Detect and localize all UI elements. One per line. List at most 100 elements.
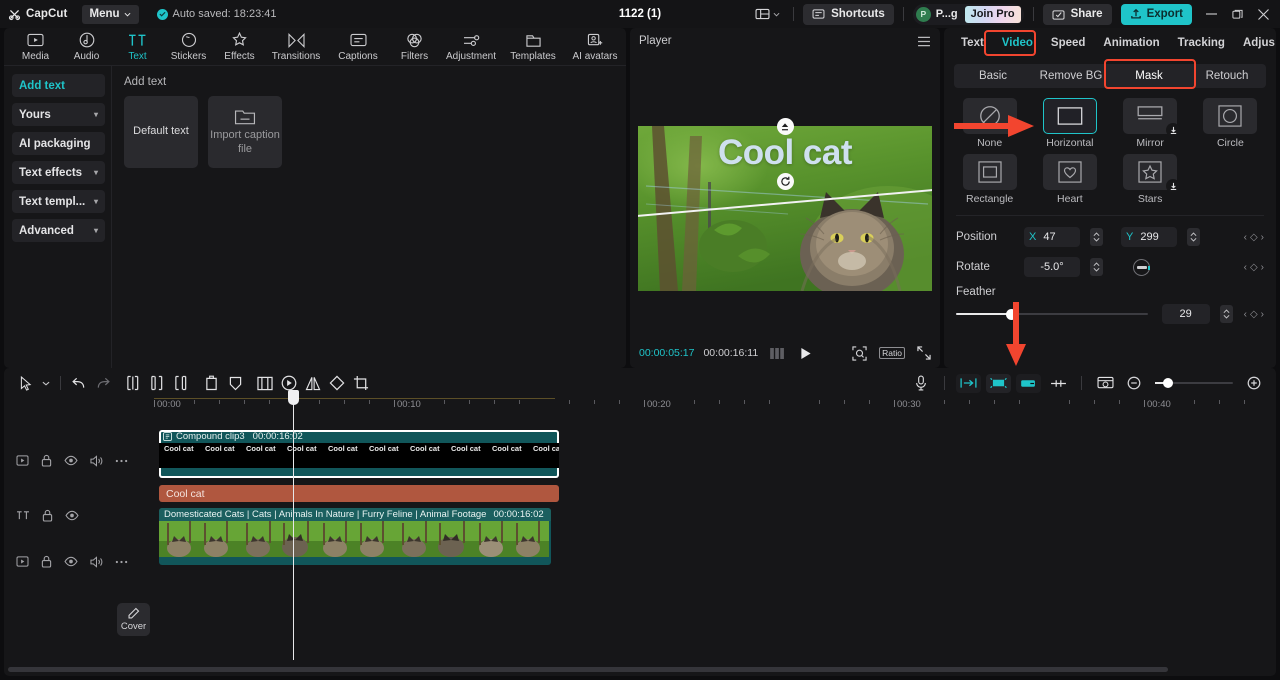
category-stickers[interactable]: Stickers (163, 29, 214, 65)
category-ai-avatars[interactable]: AI avatars (564, 29, 626, 65)
lock-icon[interactable] (42, 509, 53, 522)
export-button[interactable]: Export (1121, 4, 1192, 25)
rotate-dial[interactable] (1133, 259, 1150, 276)
segment-retouch[interactable]: Retouch (1188, 70, 1266, 82)
eye-icon[interactable] (64, 455, 78, 466)
feather-keyframe-control[interactable]: ‹ ◇ › (1244, 309, 1264, 320)
segment-remove-bg[interactable]: Remove BG (1032, 70, 1110, 82)
frames-icon[interactable] (770, 348, 785, 359)
position-y-input[interactable]: Y 299 (1121, 227, 1177, 247)
link-clips-button[interactable] (1046, 371, 1070, 395)
mask-stars-icon[interactable] (1123, 154, 1177, 190)
rotate-input[interactable]: -5.0° (1024, 257, 1080, 277)
timeline-horizontal-scrollbar[interactable] (8, 667, 1168, 672)
timeline-clip-video[interactable]: Domesticated Cats | Cats | Animals In Na… (159, 508, 551, 565)
preview-overlay-text[interactable]: Cool cat (638, 133, 932, 173)
keyframe-prev-icon[interactable]: ‹ (1244, 232, 1247, 243)
lock-icon[interactable] (41, 555, 52, 568)
timeline-clip-text[interactable]: Cool cat (159, 485, 559, 502)
share-button[interactable]: Share (1043, 4, 1112, 25)
category-effects[interactable]: Effects (214, 29, 265, 65)
feather-slider[interactable] (956, 313, 1148, 315)
timeline-tracks[interactable]: Compound clip3 00:00:16:02 Cool cat Cool… (114, 418, 1276, 676)
feather-stepper[interactable] (1220, 305, 1233, 323)
freeze-button[interactable] (253, 371, 277, 395)
zoom-out-button[interactable] (1122, 371, 1146, 395)
delete-button[interactable] (199, 371, 223, 395)
category-audio[interactable]: Audio (61, 29, 112, 65)
select-tool[interactable] (14, 371, 38, 395)
volume-icon[interactable] (90, 556, 103, 568)
mask-horizontal-icon[interactable] (1043, 98, 1097, 134)
feather-slider-knob[interactable] (1006, 309, 1017, 320)
adjust-start-button[interactable] (956, 374, 981, 393)
mask-option-rectangle[interactable]: Rectangle (954, 154, 1025, 205)
category-filters[interactable]: Filters (389, 29, 440, 65)
mask-circle-icon[interactable] (1203, 98, 1257, 134)
keyframe-next-icon[interactable]: › (1261, 232, 1264, 243)
split-button[interactable] (121, 371, 145, 395)
timeline-clip-compound[interactable]: Compound clip3 00:00:16:02 Cool cat Cool… (159, 430, 559, 478)
category-media[interactable]: Media (10, 29, 61, 65)
zoom-slider[interactable] (1155, 382, 1233, 384)
segment-basic[interactable]: Basic (954, 70, 1032, 82)
tab-video[interactable]: Video (993, 37, 1042, 49)
timeline-ruler[interactable]: 00:00 00:10 00:20 (4, 398, 1276, 418)
rotate-stepper[interactable] (1090, 258, 1103, 276)
keyframe-diamond-icon[interactable]: ◇ (1250, 232, 1258, 243)
mask-option-mirror[interactable]: Mirror (1115, 98, 1186, 149)
mask-none-icon[interactable] (963, 98, 1017, 134)
ratio-button[interactable]: Ratio (879, 347, 905, 359)
tab-text[interactable]: Text (952, 37, 993, 49)
undo-button[interactable] (67, 371, 91, 395)
category-adjustment[interactable]: Adjustment (440, 29, 502, 65)
adjust-end-button[interactable] (1016, 374, 1041, 393)
keyframe-prev-icon[interactable]: ‹ (1244, 309, 1247, 320)
playhead-grip[interactable] (288, 390, 299, 405)
player-menu-icon[interactable] (917, 36, 931, 47)
player-stage[interactable]: Cool cat (630, 54, 940, 338)
category-captions[interactable]: Captions (327, 29, 389, 65)
mask-mirror-icon[interactable] (1123, 98, 1177, 134)
close-button[interactable] (1250, 0, 1276, 28)
position-y-stepper[interactable] (1187, 228, 1200, 246)
feather-input[interactable]: 29 (1162, 304, 1210, 324)
trim-left-button[interactable] (145, 371, 169, 395)
rotate-button[interactable] (325, 371, 349, 395)
mask-option-horizontal[interactable]: Horizontal (1034, 98, 1105, 149)
eye-icon[interactable] (65, 510, 79, 521)
sidebar-item-text-templates[interactable]: Text templ... ▾ (12, 190, 105, 213)
keyframe-prev-icon[interactable]: ‹ (1244, 262, 1247, 273)
mask-heart-icon[interactable] (1043, 154, 1097, 190)
zoom-in-button[interactable] (1242, 371, 1266, 395)
crop-button[interactable] (349, 371, 373, 395)
redo-button[interactable] (91, 371, 115, 395)
lock-icon[interactable] (41, 454, 52, 467)
preview-track-button[interactable] (1093, 371, 1117, 395)
sidebar-item-ai-packaging[interactable]: AI packaging (12, 132, 105, 155)
mask-option-stars[interactable]: Stars (1115, 154, 1186, 205)
menu-button[interactable]: Menu (82, 5, 139, 24)
zoom-fit-icon[interactable] (852, 346, 867, 361)
position-keyframe-control[interactable]: ‹ ◇ › (1244, 232, 1264, 243)
mask-option-circle[interactable]: Circle (1195, 98, 1266, 149)
mark-button[interactable] (223, 371, 247, 395)
category-templates[interactable]: Templates (502, 29, 564, 65)
tab-speed[interactable]: Speed (1042, 37, 1095, 49)
segment-mask[interactable]: Mask (1110, 70, 1188, 82)
position-x-stepper[interactable] (1090, 228, 1103, 246)
minimize-button[interactable] (1198, 0, 1224, 28)
join-pro-button[interactable]: Join Pro (965, 6, 1021, 23)
category-transitions[interactable]: Transitions (265, 29, 327, 65)
position-x-input[interactable]: X 47 (1024, 227, 1080, 247)
category-text[interactable]: Text (112, 29, 163, 65)
record-voiceover-button[interactable] (909, 371, 933, 395)
auto-fit-button[interactable] (986, 374, 1011, 393)
playhead[interactable] (293, 398, 294, 660)
mask-rectangle-icon[interactable] (963, 154, 1017, 190)
zoom-slider-knob[interactable] (1163, 378, 1173, 388)
layout-switcher[interactable] (751, 8, 784, 20)
sidebar-item-text-effects[interactable]: Text effects ▾ (12, 161, 105, 184)
keyframe-next-icon[interactable]: › (1261, 309, 1264, 320)
sidebar-item-add-text[interactable]: Add text (12, 74, 105, 97)
